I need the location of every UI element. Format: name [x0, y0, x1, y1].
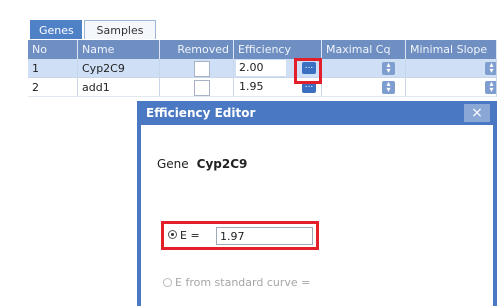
gene-label: Gene — [157, 157, 189, 171]
minimal-slope-cell: ▴ ▾ — [406, 78, 497, 97]
std-curve-label: E from standard curve = — [175, 276, 311, 289]
removed-cell — [160, 78, 234, 97]
close-icon[interactable]: × — [464, 104, 490, 122]
header-efficiency[interactable]: Efficiency — [234, 40, 322, 59]
gene-value: Cyp2C9 — [196, 157, 248, 171]
efficiency-value[interactable]: 1.95 — [236, 79, 286, 95]
header-removed[interactable]: Removed — [160, 40, 234, 59]
tab-genes[interactable]: Genes — [30, 20, 82, 39]
tab-samples[interactable]: Samples — [84, 20, 156, 39]
row-no: 1 — [28, 59, 78, 78]
header-minimal-slope[interactable]: Minimal Slope — [406, 40, 497, 59]
maximal-cq-cell: ▴ ▾ — [322, 78, 406, 97]
gene-line: Gene Cyp2C9 — [157, 157, 247, 171]
maximal-cq-stepper-icon[interactable]: ▴ ▾ — [382, 80, 395, 94]
header-no[interactable]: No — [28, 40, 78, 59]
e-radio-button[interactable] — [168, 230, 177, 239]
efficiency-value[interactable]: 2.00 — [236, 60, 286, 76]
e-value-input[interactable]: 1.97 — [216, 227, 313, 245]
row-name: add1 — [78, 78, 160, 97]
maximal-cq-stepper-icon[interactable]: ▴ ▾ — [382, 61, 395, 75]
table-row[interactable]: 2 add1 1.95 ... ▴ ▾ ▴ ▾ — [28, 78, 497, 97]
tab-bar: Genes Samples — [30, 20, 158, 40]
dialog-body: Gene Cyp2C9 E = 1.97 E from standard curv… — [141, 125, 493, 306]
maximal-cq-cell: ▴ ▾ — [322, 59, 406, 78]
grid-header: No Name Removed Efficiency Maximal Cq Mi… — [28, 40, 497, 59]
table-row[interactable]: 1 Cyp2C9 2.00 ... ▴ ▾ ▴ ▾ — [28, 59, 497, 78]
removed-checkbox[interactable] — [194, 80, 210, 96]
minimal-slope-stepper-icon[interactable]: ▴ ▾ — [485, 61, 496, 75]
ellipsis-highlight-box — [294, 58, 322, 84]
removed-cell — [160, 59, 234, 78]
std-curve-radio-button[interactable] — [163, 278, 172, 287]
dialog-title: Efficiency Editor — [146, 106, 256, 120]
header-name[interactable]: Name — [78, 40, 160, 59]
removed-checkbox[interactable] — [194, 61, 210, 77]
header-maximal-cq[interactable]: Maximal Cq — [322, 40, 406, 59]
row-name: Cyp2C9 — [78, 59, 160, 78]
efficiency-editor-dialog: Efficiency Editor × Gene Cyp2C9 E = 1.97 … — [137, 101, 497, 306]
minimal-slope-cell: ▴ ▾ — [406, 59, 497, 78]
row-no: 2 — [28, 78, 78, 97]
minimal-slope-stepper-icon[interactable]: ▴ ▾ — [485, 80, 496, 94]
e-label: E = — [180, 229, 200, 242]
e-value-highlight-box: E = 1.97 — [161, 221, 319, 250]
